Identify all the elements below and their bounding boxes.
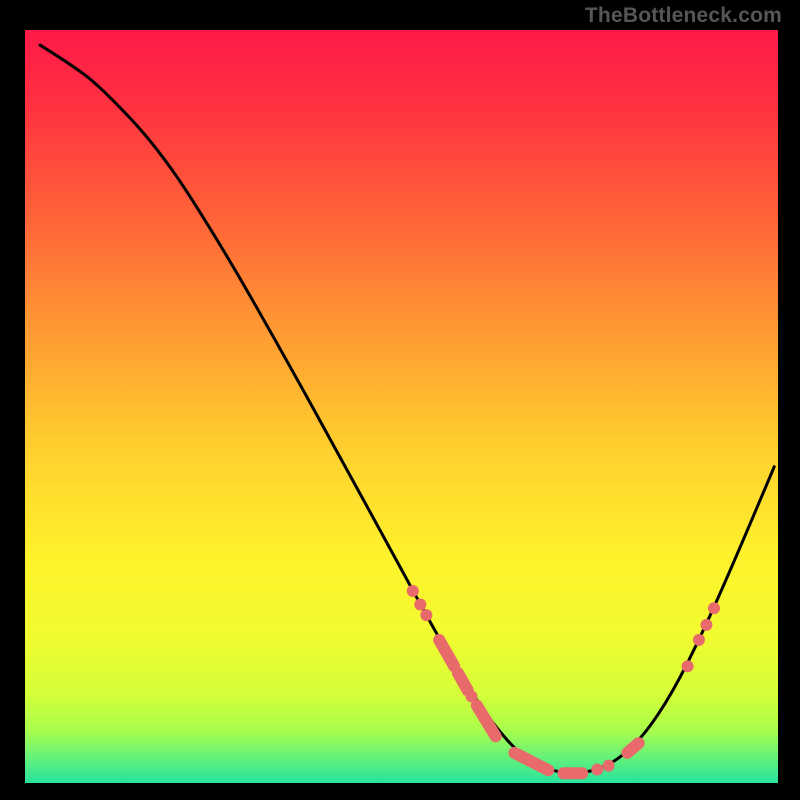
marker-dot [708, 602, 720, 614]
marker-dot [682, 660, 694, 672]
marker-dot [420, 609, 432, 621]
marker-dot [591, 763, 603, 775]
marker-pill [627, 743, 638, 753]
bottleneck-chart [25, 30, 778, 783]
watermark-text: TheBottleneck.com [585, 4, 782, 28]
app-frame: TheBottleneck.com [0, 0, 800, 800]
marker-dot [700, 619, 712, 631]
marker-dot [414, 599, 426, 611]
marker-dot [603, 760, 615, 772]
marker-pill [458, 673, 468, 690]
chart-svg [25, 30, 778, 783]
marker-dot [407, 585, 419, 597]
gradient-background [25, 30, 778, 783]
marker-dot [693, 634, 705, 646]
